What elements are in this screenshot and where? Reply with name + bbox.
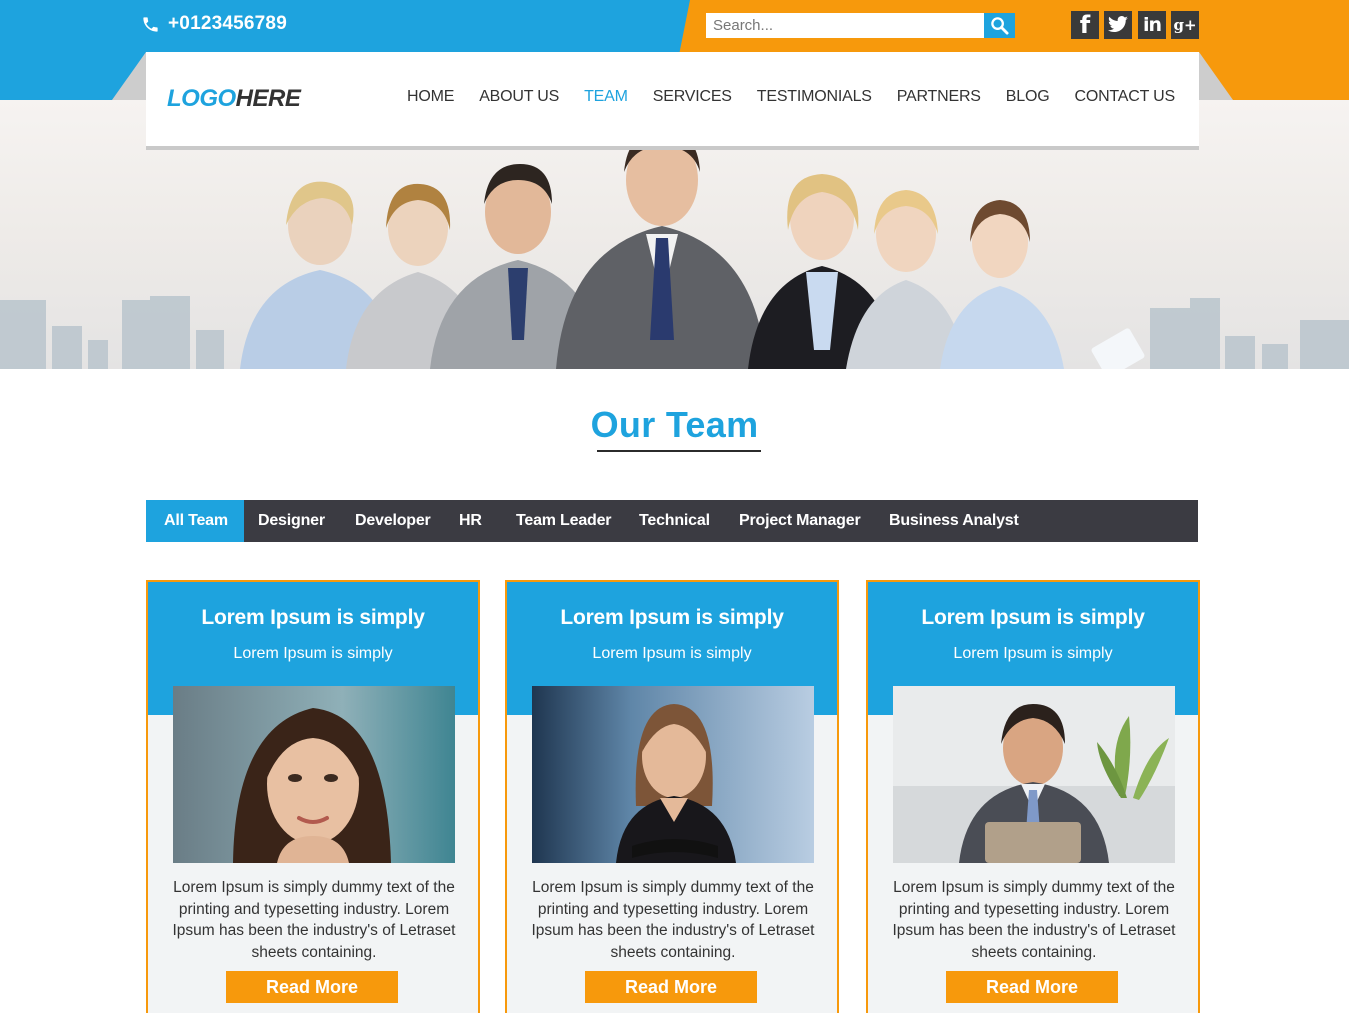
search-button[interactable] <box>984 13 1015 38</box>
linkedin-icon[interactable]: in <box>1138 11 1166 39</box>
facebook-icon[interactable]: f <box>1071 11 1099 39</box>
card-subtitle: Lorem Ipsum is simply <box>233 645 393 662</box>
read-more-button[interactable]: Read More <box>585 971 757 1003</box>
tab-hr[interactable]: HR <box>446 500 503 542</box>
team-card: Lorem Ipsum is simply Lorem Ipsum is sim… <box>505 580 839 1013</box>
main-navbar: LOGOHERE HOME ABOUT US TEAM SERVICES TES… <box>146 52 1199 146</box>
tab-technical[interactable]: Technical <box>626 500 726 542</box>
tab-team-leader[interactable]: Team Leader <box>503 500 626 542</box>
team-card: Lorem Ipsum is simply Lorem Ipsum is sim… <box>866 580 1200 1013</box>
card-title: Lorem Ipsum is simply <box>201 606 425 629</box>
card-description: Lorem Ipsum is simply dummy text of the … <box>172 879 456 961</box>
nav-contact-us[interactable]: CONTACT US <box>1074 88 1175 106</box>
phone-icon <box>143 16 158 32</box>
section-title: Our Team <box>590 404 759 445</box>
tab-business-analyst[interactable]: Business Analyst <box>876 500 1036 542</box>
card-subtitle: Lorem Ipsum is simply <box>953 645 1113 662</box>
phone-number: +0123456789 <box>168 13 287 34</box>
team-card: Lorem Ipsum is simply Lorem Ipsum is sim… <box>146 580 480 1013</box>
logo-part-1: LOGO <box>167 85 236 112</box>
logo-part-2: HERE <box>235 85 301 112</box>
nav-services[interactable]: SERVICES <box>653 88 732 106</box>
nav-partners[interactable]: PARTNERS <box>897 88 981 106</box>
card-description: Lorem Ipsum is simply dummy text of the … <box>892 879 1176 961</box>
card-title: Lorem Ipsum is simply <box>560 606 784 629</box>
google-plus-icon[interactable]: g+ <box>1171 11 1199 39</box>
tab-project-manager[interactable]: Project Manager <box>726 500 876 542</box>
tab-designer[interactable]: Designer <box>244 500 341 542</box>
main-menu: HOME ABOUT US TEAM SERVICES TESTIMONIALS… <box>407 88 1175 106</box>
team-filter-tabs: All Team Designer Developer HR Team Lead… <box>146 500 1198 542</box>
nav-team[interactable]: TEAM <box>584 88 628 106</box>
nav-about-us[interactable]: ABOUT US <box>479 88 559 106</box>
nav-testimonials[interactable]: TESTIMONIALS <box>757 88 872 106</box>
phone-contact[interactable]: +0123456789 <box>141 12 287 36</box>
card-title: Lorem Ipsum is simply <box>921 606 1145 629</box>
section-title-underline <box>597 450 761 452</box>
member-photo <box>893 686 1175 863</box>
nav-home[interactable]: HOME <box>407 88 454 106</box>
read-more-button[interactable]: Read More <box>946 971 1118 1003</box>
card-description: Lorem Ipsum is simply dummy text of the … <box>531 879 815 961</box>
nav-blog[interactable]: BLOG <box>1006 88 1050 106</box>
member-photo <box>173 686 455 863</box>
site-logo[interactable]: LOGOHERE <box>167 85 301 113</box>
tab-developer[interactable]: Developer <box>341 500 446 542</box>
card-subtitle: Lorem Ipsum is simply <box>592 645 752 662</box>
read-more-button[interactable]: Read More <box>226 971 398 1003</box>
twitter-icon[interactable] <box>1104 11 1132 39</box>
search-icon <box>991 17 1009 35</box>
member-photo <box>532 686 814 863</box>
nav-underline <box>146 146 1199 150</box>
search-input[interactable] <box>706 13 984 38</box>
tab-all-team[interactable]: All Team <box>146 500 244 542</box>
